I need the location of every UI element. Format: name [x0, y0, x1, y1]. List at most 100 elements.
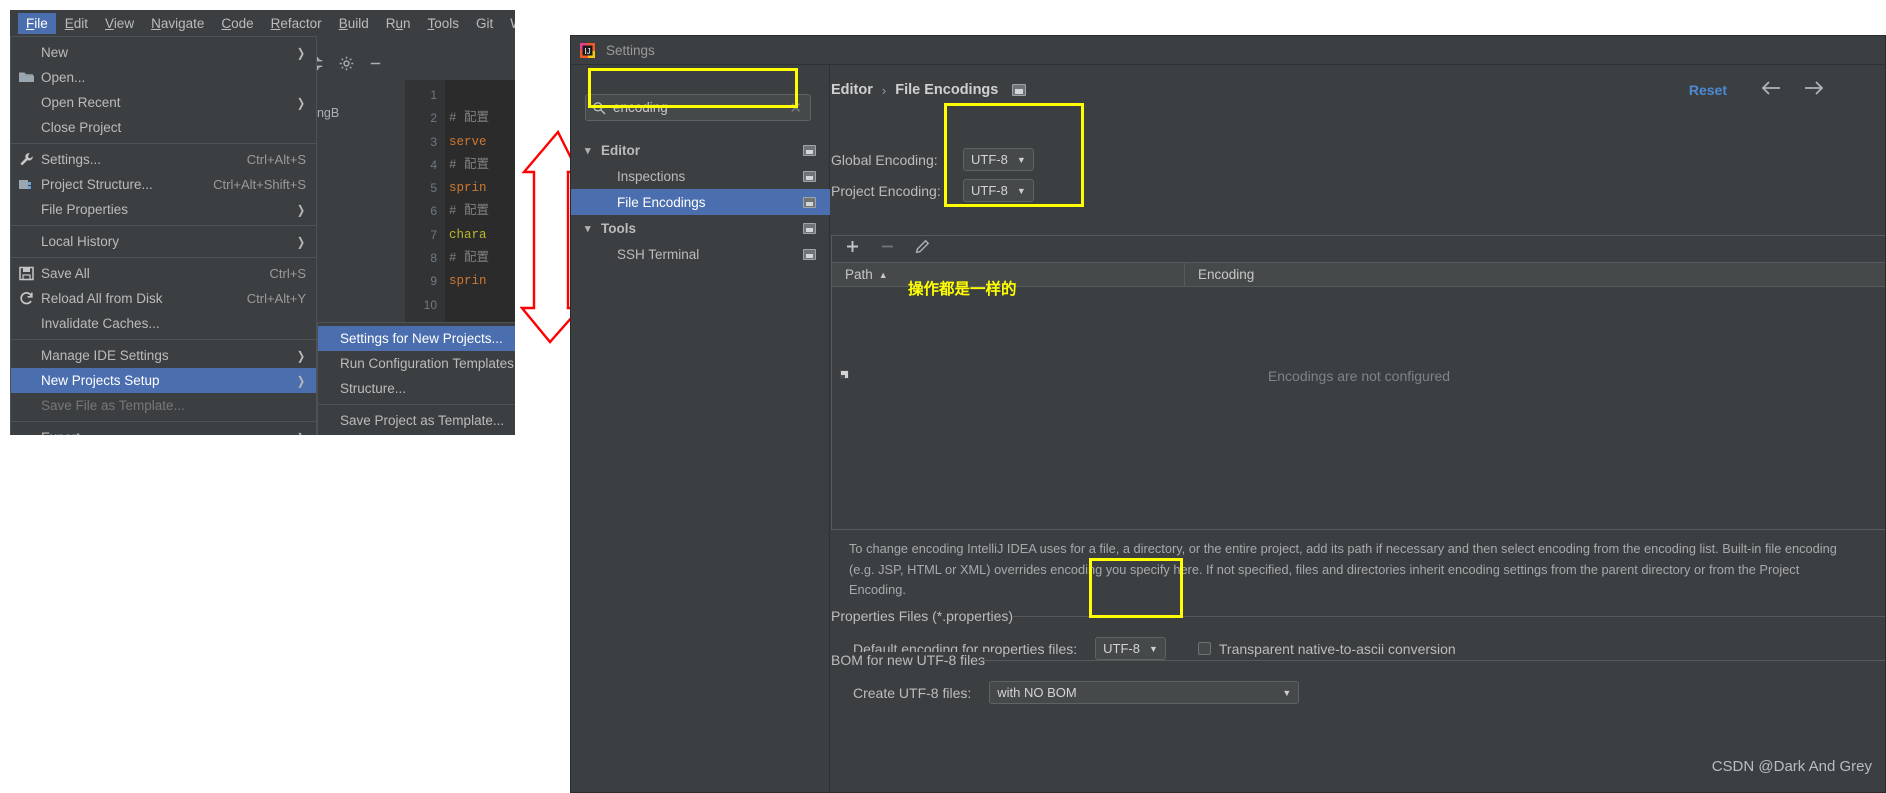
menu-item-export[interactable]: Export ❯: [11, 425, 316, 435]
chevron-right-icon: ❯: [296, 45, 305, 60]
breadcrumb-parent[interactable]: Editor: [831, 82, 873, 98]
settings-page-badge-icon: [803, 170, 816, 182]
submenu-item-label: Structure...: [340, 381, 407, 396]
menu-item-file-properties[interactable]: File Properties ❯: [11, 197, 316, 222]
menu-item-local-history[interactable]: Local History ❯: [11, 229, 316, 254]
encodings-empty-message: Encodings are not configured: [1267, 368, 1451, 384]
menu-item-label: Export: [41, 430, 278, 435]
menubar-item-edit[interactable]: Edit: [57, 13, 96, 34]
menu-item-label: Local History: [41, 234, 120, 249]
chevron-down-icon: ▼: [1148, 643, 1158, 654]
menubar-item-code[interactable]: Code: [213, 13, 261, 34]
arrow-left-icon[interactable]: [1760, 79, 1782, 103]
menubar-item-view[interactable]: View: [97, 13, 142, 34]
submenu-item-manage-project-templates[interactable]: Manage Project Templates...: [318, 433, 515, 435]
menu-item-label: File Properties: [41, 202, 129, 217]
settings-title-label: Settings: [606, 42, 655, 58]
submenu-item-save-project-as-template[interactable]: Save Project as Template...: [318, 408, 515, 433]
menu-item-manage-ide-settings[interactable]: Manage IDE Settings ❯: [11, 343, 316, 368]
chevron-right-icon: ❯: [296, 202, 305, 217]
sidebar-item-editor[interactable]: ▾ Editor: [571, 137, 830, 163]
sidebar-item-inspections[interactable]: Inspections: [571, 163, 830, 189]
menu-item-save-all[interactable]: Save All Ctrl+S: [11, 261, 316, 286]
menu-separator: [318, 404, 515, 405]
menu-item-new[interactable]: New ❯: [11, 40, 316, 65]
menubar-item-file[interactable]: File: [18, 12, 56, 34]
submenu-item-label: Save Project as Template...: [340, 413, 505, 428]
encodings-table-body[interactable]: Encodings are not configured: [831, 287, 1885, 530]
menubar-item-refactor[interactable]: Refactor: [263, 13, 330, 34]
sidebar-item-label: SSH Terminal: [617, 246, 700, 262]
sidebar-item-label: Tools: [601, 220, 636, 236]
chevron-down-icon[interactable]: ▾: [585, 222, 597, 235]
menu-item-settings[interactable]: Settings... Ctrl+Alt+S: [11, 147, 316, 172]
menu-separator: [11, 257, 316, 258]
column-header-label: Encoding: [1198, 267, 1255, 282]
menu-item-open-recent[interactable]: Open Recent ❯: [11, 90, 316, 115]
menubar-item-git[interactable]: Git: [468, 13, 501, 34]
folder-icon: [18, 69, 35, 86]
pencil-icon[interactable]: [915, 239, 930, 259]
menu-separator: [11, 339, 316, 340]
code-line: sprin: [449, 181, 487, 196]
menubar-item-tools[interactable]: Tools: [420, 13, 468, 34]
transparent-conversion-checkbox[interactable]: [1197, 642, 1211, 655]
chevron-down-icon[interactable]: ▾: [585, 144, 597, 157]
sidebar-item-ssh-terminal[interactable]: SSH Terminal: [571, 241, 830, 267]
breadcrumb-current: File Encodings: [895, 82, 999, 98]
hide-panel-icon[interactable]: [368, 56, 383, 74]
menu-separator: [11, 421, 316, 422]
create-utf8-files-label: Create UTF-8 files:: [853, 684, 972, 701]
submenu-item-structure[interactable]: Structure...: [318, 376, 515, 401]
menubar-item-navigate[interactable]: Navigate: [143, 13, 212, 34]
sort-ascending-icon: ▲: [878, 269, 888, 280]
menubar-item-run[interactable]: Run: [378, 13, 419, 34]
menu-item-label: Close Project: [41, 120, 122, 135]
settings-page-badge-icon: [803, 196, 816, 208]
menubar-item-window[interactable]: Window: [502, 13, 515, 34]
default-properties-encoding-combobox[interactable]: UTF-8 ▼: [1095, 637, 1166, 660]
global-encoding-label: Global Encoding:: [831, 151, 938, 168]
reset-button[interactable]: Reset: [1689, 82, 1727, 98]
menu-item-shortcut: Ctrl+Alt+Shift+S: [213, 177, 306, 192]
create-utf8-files-row: Create UTF-8 files: with NO BOM ▼: [853, 681, 1300, 704]
breadcrumb: Editor › File Encodings: [831, 82, 1027, 98]
menu-item-label: New Projects Setup: [41, 373, 160, 388]
menu-item-reload-all-from-disk[interactable]: Reload All from Disk Ctrl+Alt+Y: [11, 286, 316, 311]
plus-icon[interactable]: [845, 239, 860, 259]
settings-sidebar: encoding ✕ ▾ Editor Inspections File Enc…: [571, 65, 830, 792]
sidebar-item-tools[interactable]: ▾ Tools: [571, 215, 830, 241]
menu-item-label: Invalidate Caches...: [41, 316, 160, 331]
sidebar-item-file-encodings[interactable]: File Encodings: [571, 189, 830, 215]
menu-item-label: Open...: [41, 70, 86, 85]
settings-page-badge-icon: [803, 222, 816, 234]
arrow-right-icon[interactable]: [1803, 79, 1825, 103]
menu-item-invalidate-caches[interactable]: Invalidate Caches...: [11, 311, 316, 336]
code-line: # 配置: [449, 251, 490, 266]
menu-item-close-project[interactable]: Close Project: [11, 115, 316, 140]
menu-item-new-projects-setup[interactable]: New Projects Setup ❯: [11, 368, 316, 393]
menu-item-project-structure[interactable]: Project Structure... Ctrl+Alt+Shift+S: [11, 172, 316, 197]
ide-menu-bar: File Edit View Navigate Code Refactor Bu…: [10, 10, 515, 36]
default-properties-encoding-value: UTF-8: [1103, 641, 1140, 656]
project-structure-icon: [18, 176, 35, 193]
submenu-item-run-configuration-templates[interactable]: Run Configuration Templates...: [318, 351, 515, 376]
chevron-down-icon: ▼: [1282, 687, 1292, 698]
settings-page-badge-icon: [803, 144, 816, 156]
menu-item-label: Settings...: [41, 152, 102, 167]
column-header-encoding[interactable]: Encoding: [1185, 267, 1254, 282]
project-encoding-label: Project Encoding:: [831, 182, 941, 199]
menu-item-label: Reload All from Disk: [41, 291, 163, 306]
annotation-note-cn: 操作都是一样的: [908, 280, 1017, 298]
create-utf8-files-combobox[interactable]: with NO BOM ▼: [989, 681, 1300, 704]
submenu-item-settings-for-new-projects[interactable]: Settings for New Projects...: [318, 326, 515, 351]
menubar-item-build[interactable]: Build: [331, 13, 377, 34]
menu-separator: [11, 225, 316, 226]
properties-files-group-title: Properties Files (*.properties): [831, 608, 1023, 624]
csdn-watermark: CSDN @Dark And Grey: [1711, 758, 1872, 775]
menu-item-label: New: [41, 45, 69, 60]
menu-item-open[interactable]: Open...: [11, 65, 316, 90]
file-encodings-help-text: To change encoding IntelliJ IDEA uses fo…: [849, 541, 1837, 597]
settings-gear-icon[interactable]: [339, 56, 354, 74]
ide-window: ringB DemoApplica 1234567 89101112131415…: [10, 10, 515, 435]
